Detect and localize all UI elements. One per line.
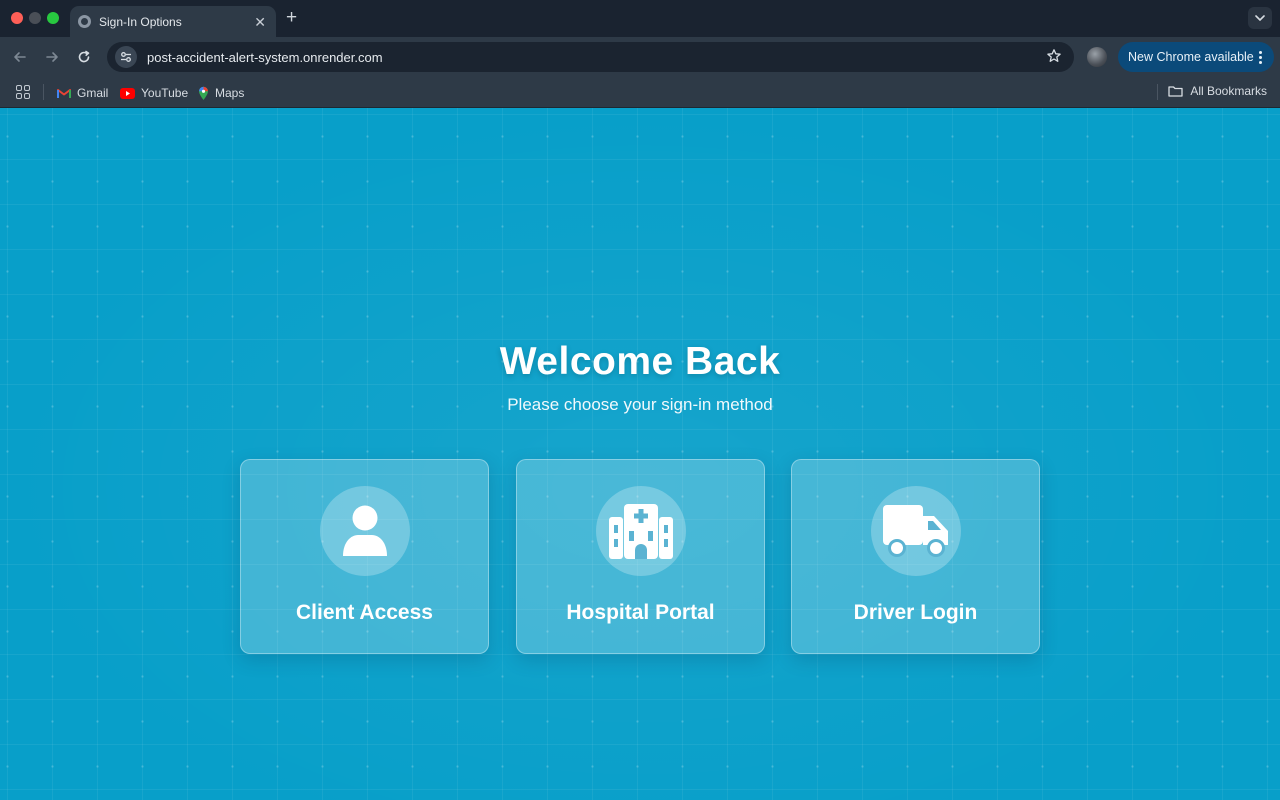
bookmark-label: YouTube bbox=[141, 86, 189, 100]
tune-icon bbox=[121, 52, 131, 62]
more-menu-icon[interactable] bbox=[1254, 50, 1268, 64]
bookmark-maps[interactable]: Maps bbox=[198, 84, 244, 102]
gmail-icon bbox=[57, 88, 71, 98]
profile-avatar[interactable] bbox=[1087, 47, 1107, 67]
new-tab-button[interactable]: + bbox=[286, 8, 297, 28]
hospital-icon bbox=[609, 504, 673, 559]
tab-close-button[interactable]: ✕ bbox=[254, 15, 266, 29]
tab-title: Sign-In Options bbox=[99, 14, 182, 29]
client-access-label: Client Access bbox=[296, 601, 433, 624]
icon-circle bbox=[320, 486, 410, 576]
bookmark-separator bbox=[43, 84, 44, 100]
user-icon bbox=[343, 505, 387, 556]
tab-strip: Sign-In Options ✕ + bbox=[0, 0, 1280, 37]
page-content: Welcome Back Please choose your sign-in … bbox=[0, 108, 1280, 800]
youtube-icon bbox=[120, 87, 135, 99]
bookmark-label: Gmail bbox=[77, 86, 109, 100]
all-bookmarks-label: All Bookmarks bbox=[1190, 84, 1267, 98]
page-title: Welcome Back bbox=[499, 340, 781, 383]
forward-arrow-icon bbox=[46, 52, 58, 62]
site-info-button[interactable] bbox=[115, 46, 137, 68]
maximize-window-button[interactable] bbox=[47, 12, 59, 24]
bookmark-gmail[interactable]: Gmail bbox=[57, 84, 108, 102]
apps-grid-icon[interactable] bbox=[16, 85, 30, 99]
icon-circle bbox=[596, 486, 686, 576]
folder-icon bbox=[1168, 86, 1183, 97]
client-access-card[interactable]: Client Access bbox=[240, 459, 489, 654]
chrome-update-button[interactable]: New Chrome available bbox=[1118, 42, 1274, 72]
chevron-down-icon bbox=[1255, 15, 1265, 21]
bookmark-star-button[interactable] bbox=[1046, 48, 1062, 69]
driver-login-card[interactable]: Driver Login bbox=[791, 459, 1040, 654]
bookmarks-bar: Gmail YouTube Maps All Bookmarks bbox=[0, 77, 1280, 108]
browser-toolbar: post-accident-alert-system.onrender.com … bbox=[0, 37, 1280, 77]
icon-circle bbox=[871, 486, 961, 576]
minimize-window-button[interactable] bbox=[29, 12, 41, 24]
back-arrow-icon bbox=[14, 52, 26, 62]
active-tab[interactable]: Sign-In Options ✕ bbox=[70, 6, 276, 37]
hospital-portal-label: Hospital Portal bbox=[566, 601, 715, 624]
globe-icon bbox=[78, 15, 91, 28]
tab-search-button[interactable] bbox=[1248, 7, 1272, 29]
page-subtitle: Please choose your sign-in method bbox=[507, 395, 773, 414]
close-window-button[interactable] bbox=[11, 12, 23, 24]
url-text[interactable]: post-accident-alert-system.onrender.com bbox=[147, 50, 1074, 65]
background-grid bbox=[0, 108, 1280, 800]
bookmark-separator bbox=[1157, 84, 1158, 100]
driver-login-label: Driver Login bbox=[853, 601, 978, 624]
bookmark-youtube[interactable]: YouTube bbox=[120, 84, 188, 102]
maps-icon bbox=[199, 86, 208, 100]
reload-button[interactable] bbox=[73, 46, 95, 68]
back-button[interactable] bbox=[9, 46, 31, 68]
truck-icon bbox=[883, 505, 948, 557]
all-bookmarks-button[interactable]: All Bookmarks bbox=[1168, 84, 1267, 98]
forward-button[interactable] bbox=[41, 46, 63, 68]
star-icon bbox=[1047, 49, 1061, 62]
hospital-portal-card[interactable]: Hospital Portal bbox=[516, 459, 765, 654]
address-bar[interactable]: post-accident-alert-system.onrender.com bbox=[107, 42, 1074, 72]
bookmark-label: Maps bbox=[215, 86, 245, 100]
update-label: New Chrome available bbox=[1128, 50, 1254, 64]
reload-icon bbox=[78, 50, 90, 63]
